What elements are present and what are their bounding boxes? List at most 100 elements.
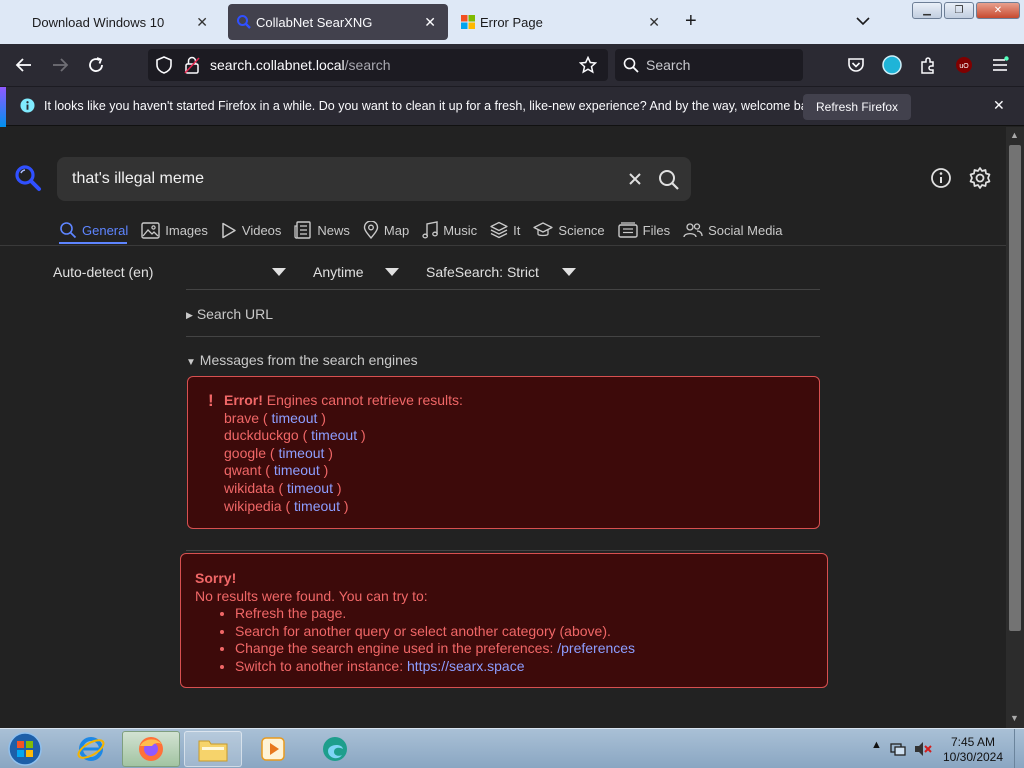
tab-searxng[interactable]: CollabNet SearXNG ✕ <box>228 4 448 40</box>
volume-muted-icon[interactable] <box>914 741 932 757</box>
scroll-down-arrow-icon[interactable]: ▼ <box>1010 713 1019 723</box>
error-reason-link[interactable]: timeout <box>271 410 317 426</box>
tab-title: Download Windows 10 <box>32 14 165 30</box>
show-desktop-button[interactable] <box>1014 729 1024 768</box>
tracking-protection-shield-icon[interactable] <box>154 55 174 75</box>
internet-explorer-icon <box>77 737 105 761</box>
error-reason-link[interactable]: timeout <box>294 498 340 514</box>
minimize-button[interactable]: ▁ <box>912 2 942 19</box>
language-dropdown-caret-icon[interactable] <box>272 268 286 276</box>
back-arrow-icon[interactable] <box>14 55 34 75</box>
error-reason-link[interactable]: timeout <box>287 480 333 496</box>
tab-news[interactable]: News <box>294 219 350 241</box>
engine-messages-toggle[interactable]: ▼ Messages from the search engines <box>186 352 418 368</box>
tab-it[interactable]: It <box>490 219 520 241</box>
error-reason-link[interactable]: timeout <box>311 427 357 443</box>
account-avatar-icon[interactable] <box>882 55 902 75</box>
search-url-toggle[interactable]: ▶ Search URL <box>186 306 273 322</box>
suggestion-list: Refresh the page. Search for another que… <box>195 605 635 675</box>
tab-close-icon[interactable]: ✕ <box>648 14 660 31</box>
tab-close-icon[interactable]: ✕ <box>196 14 208 31</box>
list-tabs-chevron-icon[interactable] <box>856 14 870 28</box>
search-input[interactable]: that's illegal meme <box>57 157 691 201</box>
engine-error-row: wikipedia ( timeout ) <box>224 497 349 514</box>
about-info-icon[interactable] <box>930 167 952 189</box>
divider <box>186 289 820 290</box>
window-controls: ▁ ❐ ✕ <box>912 2 1020 19</box>
refresh-firefox-notification: It looks like you haven't started Firefo… <box>0 86 1024 127</box>
notification-close-icon[interactable]: ✕ <box>993 97 1005 114</box>
ublock-origin-icon[interactable]: uO <box>954 55 974 75</box>
language-select[interactable]: Auto-detect (en) <box>53 264 153 280</box>
app-menu-hamburger-icon[interactable] <box>990 55 1010 75</box>
category-tabs: General Images Videos News Map Music It <box>59 219 796 241</box>
clear-search-icon[interactable] <box>625 169 645 189</box>
edge-taskbar-button[interactable] <box>306 731 364 767</box>
tab-error-page[interactable]: Error Page ✕ <box>452 4 672 40</box>
file-explorer-taskbar-button[interactable] <box>184 731 242 767</box>
search-submit-icon[interactable] <box>658 169 680 191</box>
suggestion-item: Switch to another instance: https://sear… <box>235 658 635 676</box>
tab-title: Error Page <box>480 14 543 30</box>
engine-name: duckduckgo <box>224 427 299 444</box>
pocket-icon[interactable] <box>846 55 866 75</box>
tab-label: Music <box>443 222 478 238</box>
time-range-select[interactable]: Anytime <box>313 264 364 280</box>
time-range-dropdown-caret-icon[interactable] <box>385 268 399 276</box>
system-clock[interactable]: 7:45 AM 10/30/2024 <box>940 735 1006 765</box>
close-window-button[interactable]: ✕ <box>976 2 1020 19</box>
tab-science[interactable]: Science <box>533 219 605 241</box>
error-reason-link[interactable]: timeout <box>274 462 320 478</box>
searx-space-link[interactable]: https://searx.space <box>407 658 525 674</box>
files-icon <box>617 222 638 238</box>
firefox-taskbar-button[interactable] <box>122 731 180 767</box>
tab-videos[interactable]: Videos <box>221 219 281 241</box>
media-player-icon <box>261 737 285 761</box>
tab-files[interactable]: Files <box>617 219 670 241</box>
header-divider <box>0 245 1006 246</box>
preferences-gear-icon[interactable] <box>968 166 992 190</box>
show-hidden-icons-arrow-icon[interactable]: ▲ <box>871 739 882 751</box>
tab-map[interactable]: Map <box>363 219 409 241</box>
reload-icon[interactable] <box>86 55 106 75</box>
error-reason-link[interactable]: timeout <box>279 445 325 461</box>
tab-label: Images <box>165 222 208 238</box>
url-bar[interactable]: search.collabnet.local/search <box>148 49 608 81</box>
safesearch-dropdown-caret-icon[interactable] <box>562 268 576 276</box>
search-bar[interactable]: Search <box>615 49 803 81</box>
expanded-triangle-icon: ▼ <box>186 357 196 368</box>
engine-name: brave <box>224 409 260 426</box>
scroll-up-arrow-icon[interactable]: ▲ <box>1010 130 1019 140</box>
svg-text:uO: uO <box>959 63 969 70</box>
extensions-puzzle-icon[interactable] <box>918 55 938 75</box>
map-pin-icon <box>363 221 379 239</box>
preferences-link[interactable]: /preferences <box>557 640 635 656</box>
url-text[interactable]: search.collabnet.local/search <box>210 57 391 73</box>
network-icon[interactable] <box>890 741 906 757</box>
media-player-taskbar-button[interactable] <box>244 731 302 767</box>
not-secure-lock-icon[interactable] <box>182 55 202 75</box>
bookmark-star-icon[interactable] <box>578 55 598 75</box>
page-scrollbar[interactable]: ▲ ▼ <box>1006 127 1024 728</box>
new-tab-plus-icon[interactable]: + <box>685 10 697 32</box>
searxng-logo-icon[interactable] <box>14 164 42 192</box>
tab-images[interactable]: Images <box>141 219 208 241</box>
restore-button[interactable]: ❐ <box>944 2 974 19</box>
tab-music[interactable]: Music <box>422 219 477 241</box>
engine-error-row: brave ( timeout ) <box>224 409 326 426</box>
safesearch-select[interactable]: SafeSearch: Strict <box>426 264 539 280</box>
refresh-firefox-button[interactable]: Refresh Firefox <box>803 94 911 120</box>
tab-general[interactable]: General <box>59 219 128 241</box>
tab-social-media[interactable]: Social Media <box>683 219 783 241</box>
windows-taskbar: ▲ 7:45 AM 10/30/2024 <box>0 728 1024 768</box>
tab-download-windows[interactable]: Download Windows 10 ✕ <box>4 4 220 40</box>
internet-explorer-taskbar-button[interactable] <box>62 731 120 767</box>
forward-arrow-icon[interactable] <box>50 55 70 75</box>
suggestion-item: Refresh the page. <box>235 605 635 623</box>
error-message: Engines cannot retrieve results: <box>266 392 463 408</box>
engine-error-row: wikidata ( timeout ) <box>224 479 342 496</box>
tab-label: General <box>82 222 129 238</box>
start-orb-icon[interactable] <box>6 731 44 767</box>
tab-close-icon[interactable]: ✕ <box>424 14 436 31</box>
scrollbar-thumb[interactable] <box>1009 145 1021 631</box>
